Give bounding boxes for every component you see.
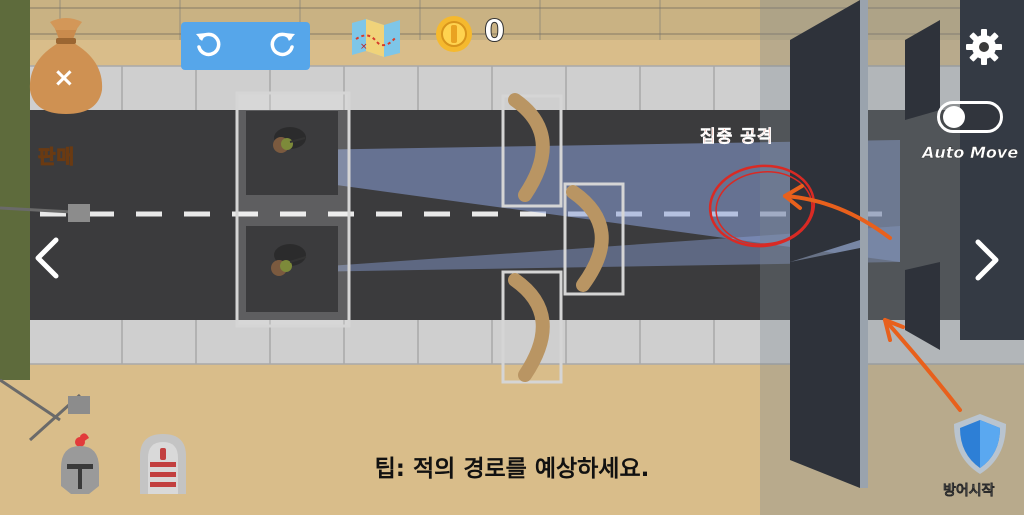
gear-icon bbox=[966, 29, 1002, 65]
placement-slot bbox=[246, 226, 338, 312]
sell-label: 판매 bbox=[38, 146, 75, 169]
redo-button[interactable] bbox=[268, 29, 298, 63]
auto-move-toggle[interactable] bbox=[937, 101, 1003, 133]
undo-icon bbox=[196, 32, 221, 57]
coin-count: 0 bbox=[484, 14, 506, 50]
gold-coin-icon bbox=[436, 16, 472, 52]
undo-redo-panel bbox=[181, 22, 310, 70]
placement-slot bbox=[246, 111, 338, 195]
prev-view-button[interactable] bbox=[28, 236, 68, 288]
chevron-right-icon bbox=[975, 239, 999, 281]
toggle-knob bbox=[943, 106, 965, 128]
sell-button[interactable]: × bbox=[24, 12, 108, 116]
coin-display bbox=[434, 14, 474, 54]
chevron-left-icon bbox=[35, 237, 59, 279]
auto-move-label: Auto Move bbox=[922, 143, 1019, 162]
redo-icon bbox=[270, 32, 295, 57]
fortress-wall bbox=[790, 0, 860, 262]
treasure-map-icon: × bbox=[352, 19, 400, 57]
next-view-button[interactable] bbox=[966, 238, 1006, 290]
post bbox=[68, 396, 90, 414]
defense-start-label: 방어시작 bbox=[943, 483, 995, 500]
shield-icon bbox=[954, 414, 1006, 474]
undo-button[interactable] bbox=[193, 29, 223, 63]
fortress-pillar bbox=[860, 0, 868, 488]
map-button[interactable]: × bbox=[350, 17, 402, 57]
close-icon: × bbox=[53, 63, 75, 93]
settings-button[interactable] bbox=[964, 27, 1004, 67]
tip-text: 팁: 적의 경로를 예상하세요. bbox=[374, 456, 650, 482]
focus-attack-label: 집중 공격 bbox=[700, 127, 774, 148]
defense-start-button[interactable] bbox=[950, 412, 1010, 476]
svg-text:×: × bbox=[360, 42, 368, 52]
post bbox=[68, 204, 90, 222]
